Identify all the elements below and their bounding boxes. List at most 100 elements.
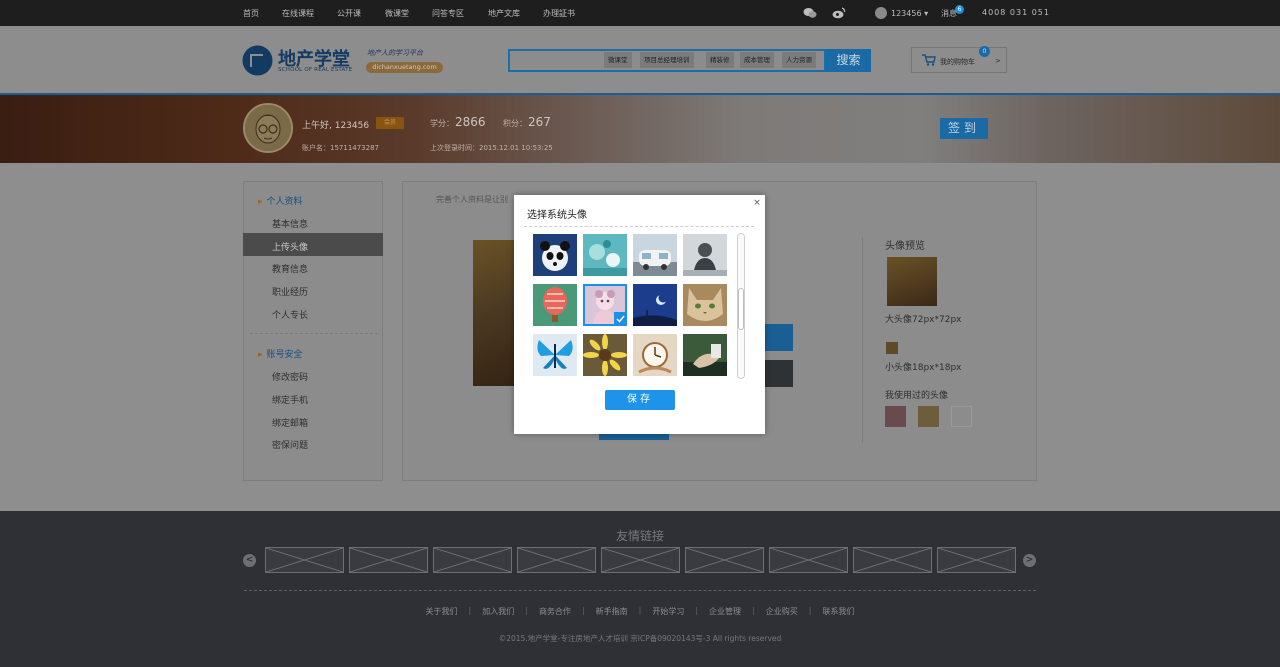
sidebar-item-security-question[interactable]: 密保问题 [272,438,308,451]
chevron-right-icon: > [995,57,1001,65]
sidebar-item-expertise[interactable]: 个人专长 [272,308,308,321]
points-label: 积分： [503,119,527,128]
avatar-option[interactable] [583,334,627,376]
close-icon[interactable]: × [752,198,762,208]
friend-link-logo[interactable] [601,547,680,573]
search-tag[interactable]: 成本管理 [740,52,774,68]
preview-title: 头像预览 [885,241,925,252]
avatar-option[interactable] [583,234,627,276]
friend-link-logo[interactable] [685,547,764,573]
avatar-option[interactable] [633,284,677,326]
search-tag[interactable]: 项目总经理培训 [640,52,694,68]
sidebar-item-bind-phone[interactable]: 绑定手机 [272,393,308,406]
footer-nav: 关于我们 | 加入我们 | 商务合作 | 新手指南 | 开始学习 | 企业管理 | 企业购买… [0,606,1280,617]
friend-link-logo[interactable] [517,547,596,573]
footer-link-purchase[interactable]: 企业购买 [755,606,809,617]
topnav-micro-class[interactable]: 微课堂 [385,8,409,19]
used-avatar-empty[interactable] [951,406,972,427]
wechat-icon[interactable] [803,7,817,19]
points-value: 267 [528,115,551,129]
search-tag[interactable]: 人力资源 [782,52,816,68]
topnav-open-class[interactable]: 公开课 [337,8,361,19]
used-avatar[interactable] [918,406,939,427]
search-tag[interactable]: 精装修 [706,52,734,68]
scrollbar-thumb[interactable] [738,288,744,330]
friend-links-title: 友情链接 [615,529,664,543]
carousel-next-button[interactable]: > [1023,554,1036,567]
carousel-prev-button[interactable]: < [243,554,256,567]
avatar-option[interactable] [633,334,677,376]
dialog-divider [524,226,754,227]
search-button[interactable]: 搜索 [826,49,871,72]
friend-link-logo[interactable] [349,547,428,573]
checkin-button[interactable]: 签到 [940,118,988,139]
greeting-text: 上午好, 123456 [302,121,370,131]
topnav-home[interactable]: 首页 [243,8,259,19]
sidebar-group-label: 账号安全 [266,350,303,360]
sidebar-item-education[interactable]: 教育信息 [272,262,308,275]
sidebar-group-profile[interactable]: ▸ 个人资料 [258,194,303,207]
avatar-option[interactable] [683,234,727,276]
profile-hint-text: 完善个人资料是让别 [436,195,508,204]
last-login-time: 上次登录时间：2015.12.01 10:53:25 [430,144,553,152]
footer-link-enterprise[interactable]: 企业管理 [698,606,752,617]
user-avatar-icon [875,7,887,19]
avatar-option[interactable] [683,284,727,326]
avatar-option[interactable] [633,234,677,276]
messages-count-badge: 6 [955,5,964,14]
account-name: 账户名：15711473287 [302,144,379,152]
check-icon [614,312,627,325]
sidebar-item-career[interactable]: 职业经历 [272,285,308,298]
sidebar-item-change-password[interactable]: 修改密码 [272,370,308,383]
large-avatar-preview [887,257,937,306]
footer-link-start[interactable]: 开始学习 [641,606,695,617]
sidebar-group-label: 个人资料 [266,197,303,207]
logo-slogan: 地产人的学习平台 [367,49,423,57]
cart-label: 我的购物车 [940,58,975,66]
avatar-option[interactable] [533,334,577,376]
top-bar [0,0,1280,26]
avatar-option[interactable] [533,284,577,326]
avatar-option[interactable] [683,334,727,376]
friend-link-logo[interactable] [937,547,1016,573]
used-avatars-title: 我使用过的头像 [885,391,949,401]
cart-count-badge: 0 [979,46,990,57]
copyright-text: ©2015.地产学堂-专注房地产人才培训 京ICP备09020143号-3 Al… [498,634,782,643]
sidebar-item-bind-email[interactable]: 绑定邮箱 [272,416,308,429]
footer-divider [244,590,1036,591]
friend-link-logo[interactable] [853,547,932,573]
sidebar-item-basic-info[interactable]: 基本信息 [272,217,308,230]
weibo-icon[interactable] [832,7,846,19]
topnav-qa[interactable]: 问答专区 [432,8,464,19]
used-avatar[interactable] [885,406,906,427]
topnav-online-courses[interactable]: 在线课程 [282,8,314,19]
dialog-save-button[interactable]: 保存 [605,390,675,410]
vip-badge: 会员 [376,117,404,129]
user-menu[interactable]: 123456 ▾ [875,6,928,20]
avatar-option[interactable] [533,234,577,276]
profile-sidebar [243,181,383,481]
sidebar-item-upload-avatar[interactable]: 上传头像 [272,240,308,253]
topnav-certificate[interactable]: 办理証书 [543,8,575,19]
search-tag[interactable]: 微课堂 [604,52,632,68]
user-avatar[interactable] [243,103,293,153]
sidebar-active-highlight [243,233,383,256]
footer-link-contact[interactable]: 联系我们 [811,606,865,617]
user-banner [0,93,1280,163]
footer-link-business[interactable]: 商务合作 [528,606,582,617]
small-avatar-preview [886,342,898,354]
footer-link-guide[interactable]: 新手指南 [585,606,639,617]
triangle-right-icon: ▸ [258,197,263,207]
credits-value: 2866 [455,115,486,129]
friend-link-logo[interactable] [265,547,344,573]
footer-link-join[interactable]: 加入我们 [471,606,525,617]
large-avatar-label: 大头像72px*72px [885,315,962,325]
sidebar-divider [250,333,378,334]
friend-link-logo[interactable] [769,547,848,573]
logo-mark-icon[interactable] [242,45,273,76]
footer-link-about[interactable]: 关于我们 [415,606,469,617]
topnav-library[interactable]: 地产文库 [488,8,520,19]
friend-link-logo[interactable] [433,547,512,573]
sidebar-group-security[interactable]: ▸ 账号安全 [258,347,303,360]
hotline-phone: 4008 031 051 [982,8,1050,17]
